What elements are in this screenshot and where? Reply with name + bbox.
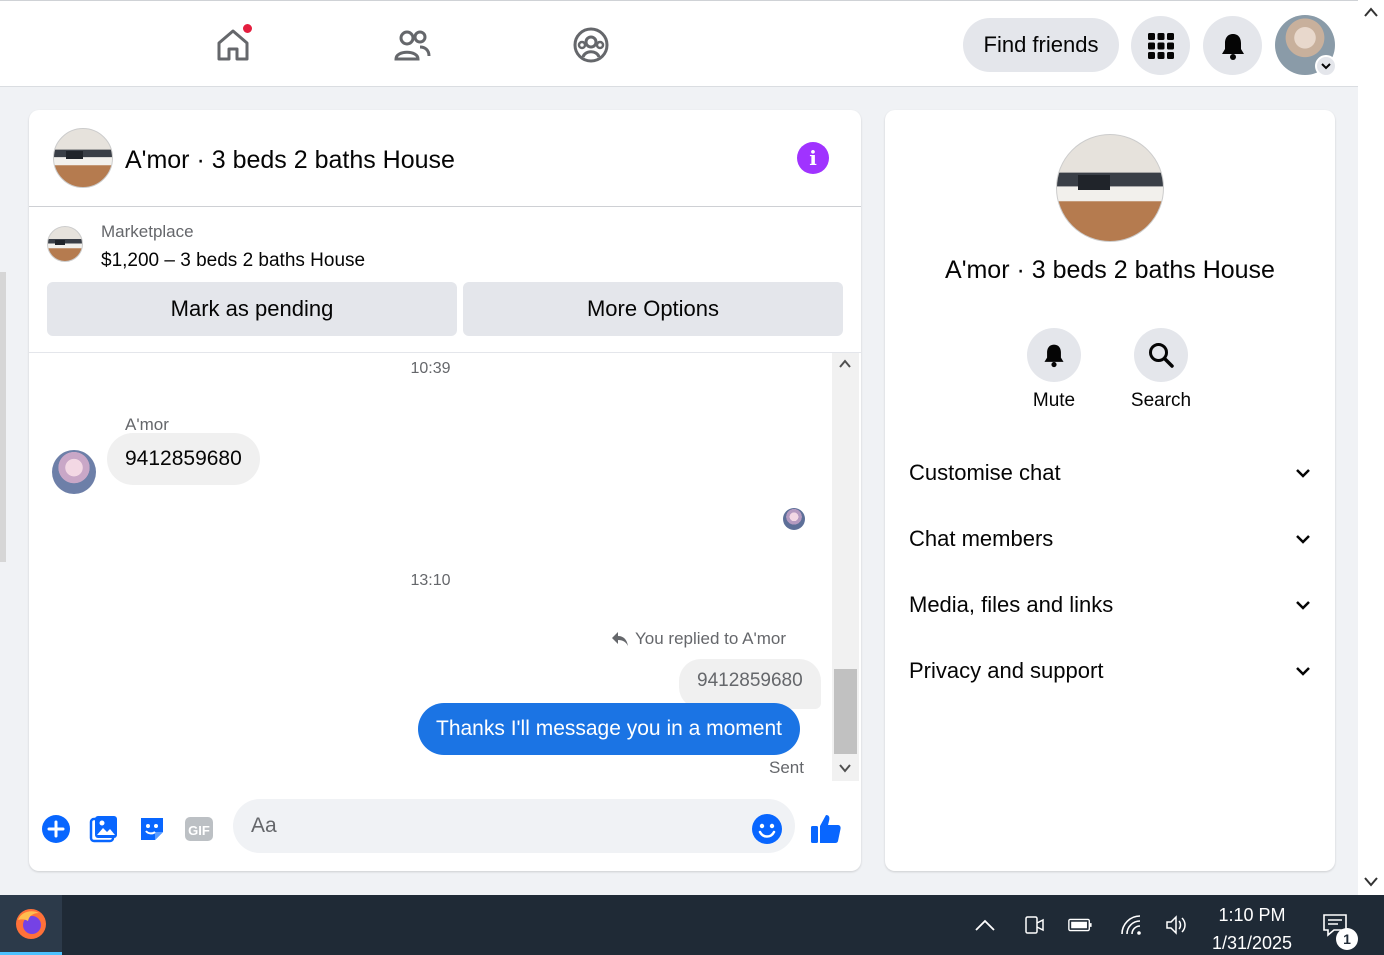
system-clock[interactable]: 1:10 PM 1/31/2025 [1196,901,1308,955]
listing-price-title[interactable]: $1,200 – 3 beds 2 baths House [101,250,365,272]
message-composer: GIF [29,790,861,870]
left-scroll-thumb[interactable] [0,272,6,562]
more-options-button[interactable]: More Options [463,282,843,336]
sender-name: A'mor [125,415,169,434]
mute-label: Mute [1032,390,1076,411]
marketplace-listing-bar: Marketplace $1,200 – 3 beds 2 baths Hous… [29,208,861,353]
menu-grid-icon[interactable] [1131,16,1190,75]
reply-indicator-text: You replied to A'mor [635,629,786,648]
scroll-up-arrow-icon[interactable] [838,359,852,369]
search-label: Search [1130,390,1192,411]
listing-avatar[interactable] [53,128,113,188]
show-hidden-icons-chevron-icon[interactable] [972,912,998,938]
chat-members-section[interactable]: Chat members [909,519,1313,559]
mute-action[interactable]: Mute [999,328,1109,412]
chevron-down-icon [1296,469,1310,478]
chat-header: A'mor · 3 beds 2 baths House i [29,110,861,207]
message-input[interactable] [233,799,795,853]
add-plus-icon[interactable] [39,812,73,846]
message-status: Sent [769,758,804,777]
customise-chat-section[interactable]: Customise chat [909,453,1313,493]
media-files-links-section[interactable]: Media, files and links [909,585,1313,625]
clock-date: 1/31/2025 [1211,933,1293,953]
conversation-info-panel: A'mor · 3 beds 2 baths House Mute Search… [885,110,1335,871]
notifications-bell-icon[interactable] [1203,16,1262,75]
quoted-message[interactable]: 9412859680 [679,659,821,709]
clock-time: 1:10 PM [1218,905,1286,925]
outgoing-message-bubble[interactable]: Thanks I'll message you in a moment [418,703,800,755]
groups-icon[interactable] [569,23,613,67]
listing-thumbnail[interactable] [47,226,83,262]
photo-gallery-icon[interactable] [87,812,121,846]
reply-arrow-icon [612,632,628,646]
search-icon[interactable] [1134,328,1188,382]
message-scrollbar[interactable] [832,353,859,781]
timestamp: 13:10 [410,572,451,589]
firefox-icon [16,908,46,939]
marketplace-label: Marketplace [101,222,194,241]
privacy-support-section[interactable]: Privacy and support [909,651,1313,691]
battery-icon[interactable] [1067,912,1093,938]
search-action[interactable]: Search [1106,328,1216,412]
find-friends-button[interactable]: Find friends [963,18,1119,72]
browser-scrollbar[interactable] [1358,0,1384,895]
message-scroll-thumb[interactable] [834,669,857,754]
firefox-taskbar-button[interactable] [0,895,62,955]
wifi-icon[interactable] [1118,912,1144,938]
chat-title[interactable]: A'mor · 3 beds 2 baths House [125,146,455,175]
chevron-down-icon [1296,667,1310,676]
home-icon[interactable] [211,23,255,67]
section-label: Privacy and support [909,658,1104,683]
gif-icon[interactable]: GIF [182,812,216,846]
section-label: Media, files and links [909,592,1114,617]
windows-taskbar: 1:10 PM 1/31/2025 1 [0,895,1384,955]
top-navigation: Find friends [0,0,1358,87]
chat-panel: A'mor · 3 beds 2 baths House i Marketpla… [29,110,861,871]
friends-icon[interactable] [390,23,434,67]
left-page-edge [0,87,6,895]
home-notification-dot [242,23,253,34]
chevron-down-icon [1296,535,1310,544]
camera-app-icon[interactable] [1021,912,1047,938]
sender-avatar[interactable] [52,450,96,494]
section-label: Customise chat [909,460,1061,485]
account-chevron-down-icon[interactable] [1315,55,1337,77]
message-list: 10:39 A'mor 9412859680 13:10 You replied… [29,353,832,783]
info-icon[interactable]: i [797,142,829,174]
scroll-up-arrow-icon[interactable] [1363,6,1379,18]
listing-large-avatar[interactable] [1056,134,1164,242]
seen-receipt-avatar [783,508,805,530]
reply-indicator: You replied to A'mor [611,629,786,649]
notification-count-badge: 1 [1336,928,1358,950]
sticker-icon[interactable] [135,812,169,846]
incoming-message-bubble[interactable]: 9412859680 [107,433,260,485]
section-label: Chat members [909,526,1054,551]
volume-icon[interactable] [1163,912,1189,938]
mark-as-pending-button[interactable]: Mark as pending [47,282,457,336]
scroll-down-arrow-icon[interactable] [838,763,852,773]
svg-text:GIF: GIF [188,823,210,838]
scroll-down-arrow-icon[interactable] [1363,876,1379,888]
emoji-icon[interactable] [750,812,784,846]
chevron-down-icon [1296,601,1310,610]
timestamp: 10:39 [410,360,451,377]
like-thumbs-up-icon[interactable] [809,812,843,846]
mute-bell-icon[interactable] [1027,328,1081,382]
info-panel-title: A'mor · 3 beds 2 baths House [945,256,1275,284]
